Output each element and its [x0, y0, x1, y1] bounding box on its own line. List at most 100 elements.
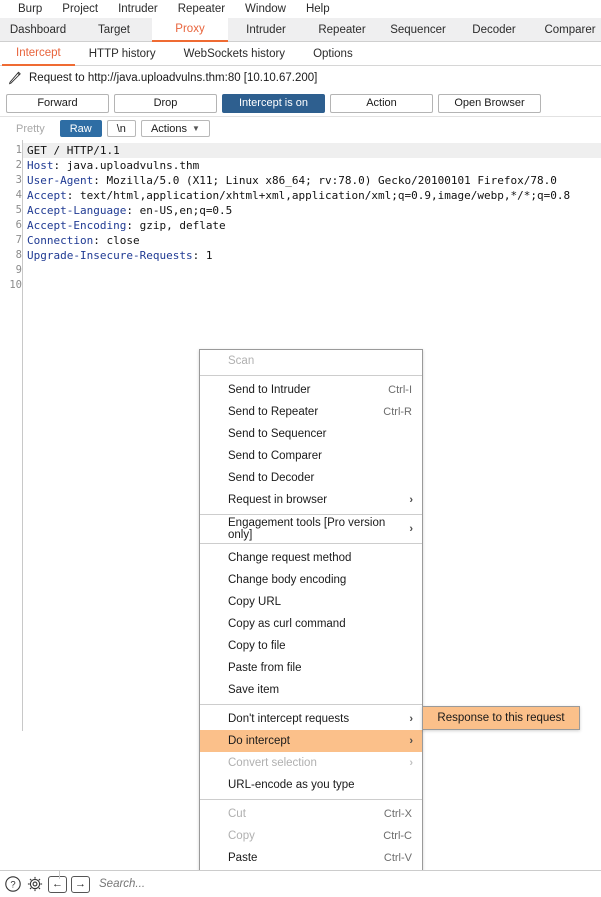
context-menu-item-label: Copy — [228, 830, 255, 842]
request-line-text: GET / HTTP/1.1 — [27, 144, 120, 157]
raw-view-button[interactable]: Raw — [59, 120, 102, 137]
newline-toggle-button[interactable]: \n — [106, 120, 136, 137]
context-menu-item-copy-to-file[interactable]: Copy to file — [200, 635, 422, 657]
request-line: Accept: text/html,application/xhtml+xml,… — [23, 188, 601, 203]
menu-item-intruder[interactable]: Intruder — [108, 0, 168, 18]
menu-item-window[interactable]: Window — [235, 0, 296, 18]
context-menu-item-request-in-browser[interactable]: Request in browser › — [200, 489, 422, 511]
context-menu-item-send-to-intruder[interactable]: Send to Intruder Ctrl-I — [200, 379, 422, 401]
context-menu-item-copy-url[interactable]: Copy URL — [200, 591, 422, 613]
action-button[interactable]: Action — [330, 93, 433, 113]
context-menu-item-send-to-repeater[interactable]: Send to Repeater Ctrl-R — [200, 401, 422, 423]
chevron-right-icon: › — [409, 757, 413, 769]
context-menu-item-label: Change body encoding — [228, 574, 347, 586]
subtab-http-history[interactable]: HTTP history — [75, 42, 170, 65]
tab-comparer[interactable]: Comparer — [532, 18, 601, 41]
submenu-item-response-to-this-request[interactable]: Response to this request — [423, 707, 579, 729]
context-menu-item-label: Copy URL — [228, 596, 282, 608]
header-name: User-Agent — [27, 174, 94, 187]
request-line: GET / HTTP/1.1 — [23, 143, 601, 158]
context-menu-separator — [200, 799, 422, 800]
context-menu-item-label: Copy as curl command — [228, 618, 346, 630]
menu-item-project[interactable]: Project — [52, 0, 108, 18]
header-value: : 1 — [192, 249, 213, 262]
arrow-left-icon[interactable]: ← — [48, 875, 67, 893]
pencil-icon — [8, 71, 22, 85]
subtab-intercept[interactable]: Intercept — [2, 42, 75, 66]
actions-dropdown-button[interactable]: Actions ▼ — [140, 120, 210, 137]
context-menu-item-paste-from-file[interactable]: Paste from file — [200, 657, 422, 679]
chevron-right-icon: › — [409, 494, 413, 506]
context-menu-item-label: Send to Comparer — [228, 450, 322, 462]
do-intercept-submenu[interactable]: Response to this request — [422, 706, 580, 730]
context-menu-item-url-encode-as-you-type[interactable]: URL-encode as you type — [200, 774, 422, 796]
tab-proxy[interactable]: Proxy — [152, 18, 228, 42]
context-menu-item-engagement-tools-pro-version-only[interactable]: Engagement tools [Pro version only] › — [200, 517, 422, 541]
context-menu-item-do-intercept[interactable]: Do intercept › — [200, 730, 422, 752]
editor-context-menu[interactable]: Scan Send to Intruder Ctrl-I Send to Repeat… — [199, 349, 423, 897]
status-bar: ? ← → — [0, 870, 601, 897]
context-menu-item-change-request-method[interactable]: Change request method — [200, 547, 422, 569]
tab-intruder[interactable]: Intruder — [228, 18, 304, 41]
context-menu-item-don-t-intercept-requests[interactable]: Don't intercept requests › — [200, 708, 422, 730]
context-menu-item-label: Send to Repeater — [228, 406, 319, 418]
tab-decoder[interactable]: Decoder — [456, 18, 532, 41]
header-value: : java.uploadvulns.thm — [53, 159, 200, 172]
forward-button[interactable]: Forward — [6, 93, 109, 113]
main-tab-bar: Dashboard Target Proxy Intruder Repeater Sequ… — [0, 18, 601, 42]
drop-button[interactable]: Drop — [114, 93, 217, 113]
header-value: : close — [93, 234, 140, 247]
context-menu-separator — [200, 514, 422, 515]
tab-dashboard[interactable]: Dashboard — [0, 18, 76, 41]
context-menu-separator — [200, 704, 422, 705]
context-menu-item-cut: Cut Ctrl-X — [200, 803, 422, 825]
header-name: Accept-Language — [27, 204, 127, 217]
context-menu-item-label: Cut — [228, 808, 246, 820]
gear-icon[interactable] — [26, 875, 44, 893]
context-menu-item-change-body-encoding[interactable]: Change body encoding — [200, 569, 422, 591]
menu-item-burp[interactable]: Burp — [8, 0, 52, 18]
header-value: : gzip, deflate — [126, 219, 226, 232]
context-menu-item-label: URL-encode as you type — [228, 779, 355, 791]
tab-sequencer[interactable]: Sequencer — [380, 18, 456, 41]
subtab-options[interactable]: Options — [299, 42, 367, 65]
tab-repeater[interactable]: Repeater — [304, 18, 380, 41]
line-number: 10 — [9, 279, 22, 291]
open-browser-button[interactable]: Open Browser — [438, 93, 541, 113]
context-menu-item-label: Send to Sequencer — [228, 428, 327, 440]
request-line — [23, 278, 601, 293]
intercept-is-on-button[interactable]: Intercept is on — [222, 93, 325, 113]
context-menu-item-shortcut: Ctrl-R — [383, 406, 412, 418]
context-menu-item-save-item[interactable]: Save item — [200, 679, 422, 701]
context-menu-item-send-to-sequencer[interactable]: Send to Sequencer — [200, 423, 422, 445]
context-menu-item-shortcut: Ctrl-C — [383, 830, 412, 842]
context-menu-item-paste[interactable]: Paste Ctrl-V — [200, 847, 422, 869]
context-menu-item-send-to-comparer[interactable]: Send to Comparer — [200, 445, 422, 467]
context-menu-item-copy-as-curl-command[interactable]: Copy as curl command — [200, 613, 422, 635]
line-number-gutter: 1 2 3 4 5 6 7 8 9 10 — [0, 140, 22, 731]
status-bar-divider — [59, 871, 60, 879]
line-number: 4 — [15, 189, 22, 201]
context-menu-item-label: Do intercept — [228, 735, 291, 747]
search-input[interactable] — [99, 874, 601, 894]
request-info-text: Request to http://java.uploadvulns.thm:8… — [29, 72, 318, 84]
line-number: 3 — [15, 174, 22, 186]
context-menu-item-label: Request in browser — [228, 494, 328, 506]
proxy-sub-tab-bar: Intercept HTTP history WebSockets history O… — [0, 42, 601, 66]
request-line: Upgrade-Insecure-Requests: 1 — [23, 248, 601, 263]
pretty-view-button[interactable]: Pretty — [6, 120, 55, 137]
arrow-right-icon[interactable]: → — [71, 875, 90, 893]
request-line: Accept-Language: en-US,en;q=0.5 — [23, 203, 601, 218]
question-mark-icon[interactable]: ? — [4, 875, 22, 893]
tab-target[interactable]: Target — [76, 18, 152, 41]
menu-item-help[interactable]: Help — [296, 0, 340, 18]
request-line — [23, 263, 601, 278]
context-menu-item-label: Scan — [228, 355, 255, 367]
request-line: Host: java.uploadvulns.thm — [23, 158, 601, 173]
context-menu-item-convert-selection: Convert selection › — [200, 752, 422, 774]
context-menu-item-send-to-decoder[interactable]: Send to Decoder — [200, 467, 422, 489]
context-menu-item-shortcut: Ctrl-I — [388, 384, 412, 396]
subtab-websockets-history[interactable]: WebSockets history — [170, 42, 299, 65]
menu-item-repeater[interactable]: Repeater — [168, 0, 235, 18]
context-menu-item-scan: Scan — [200, 350, 422, 372]
